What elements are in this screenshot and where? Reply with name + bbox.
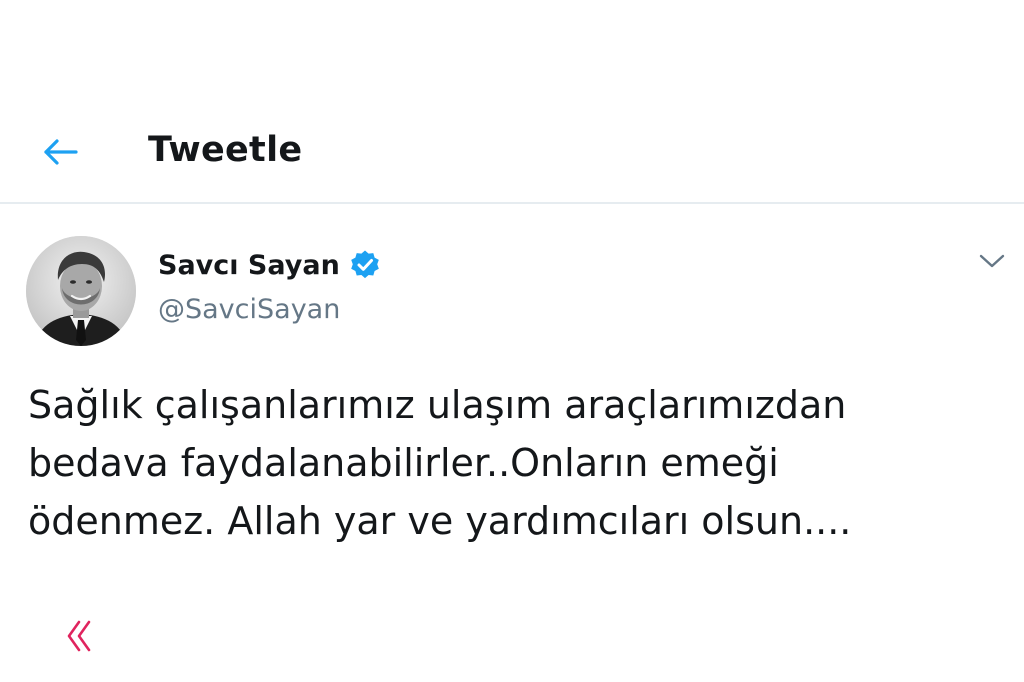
avatar[interactable] [26,236,136,346]
avatar-photo [26,236,136,346]
double-chevron-left-icon[interactable] [60,614,96,658]
author-name-row[interactable]: Savcı Sayan [158,248,382,282]
tweet-text-line: Sağlık çalışanlarımız ulaşım araçlarımız… [28,383,847,427]
tweet-menu-button[interactable] [972,246,1012,276]
tweet-text-line: ödenmez. Allah yar ve yardımcıları olsun… [28,499,852,543]
verified-badge-icon [348,248,382,282]
page-title: Tweetle [148,130,303,170]
tweet: Savcı Sayan @SavciSayan Sağlık çalışanla… [0,204,1024,682]
arrow-left-icon [44,139,78,165]
author-handle[interactable]: @SavciSayan [158,294,340,325]
page-header: Tweetle [0,110,1024,204]
back-button[interactable] [36,132,84,172]
tweet-page: Tweetle Savcı Sayan @SavciSayan Sağlık ç… [0,0,1024,682]
chevron-down-icon [979,254,1005,268]
display-name[interactable]: Savcı Sayan [158,250,340,281]
tweet-text: Sağlık çalışanlarımız ulaşım araçlarımız… [28,376,1008,550]
tweet-text-line: bedava faydalanabilirler..Onların emeği [28,441,779,485]
